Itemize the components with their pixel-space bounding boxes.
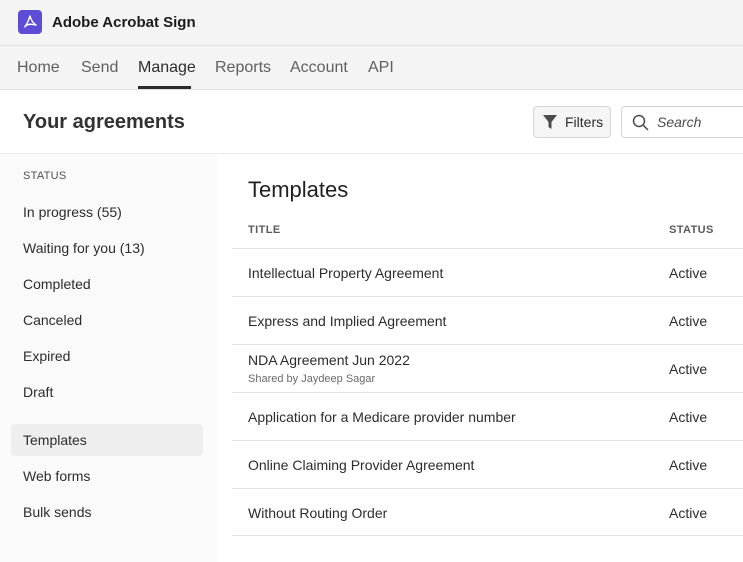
nav-home[interactable]: Home bbox=[17, 59, 60, 77]
table-row[interactable]: NDA Agreement Jun 2022 Shared by Jaydeep… bbox=[232, 344, 743, 392]
table-row[interactable]: Express and Implied Agreement Active bbox=[232, 296, 743, 344]
nav-send[interactable]: Send bbox=[81, 59, 118, 77]
sidebar-item-templates[interactable]: Templates bbox=[11, 424, 203, 456]
row-status: Active bbox=[669, 505, 708, 521]
nav-reports[interactable]: Reports bbox=[215, 59, 271, 77]
nav-api[interactable]: API bbox=[368, 59, 394, 77]
filters-button[interactable]: Filters bbox=[533, 106, 611, 138]
acrobat-sign-logo-icon[interactable] bbox=[18, 10, 42, 34]
filters-label: Filters bbox=[565, 114, 604, 130]
row-subtitle: Shared by Jaydeep Sagar bbox=[248, 373, 376, 385]
row-title: Express and Implied Agreement bbox=[248, 313, 447, 329]
row-title: Intellectual Property Agreement bbox=[248, 265, 444, 281]
sidebar-item-completed[interactable]: Completed bbox=[11, 268, 203, 300]
sidebar-item-draft[interactable]: Draft bbox=[11, 376, 203, 408]
row-status: Active bbox=[669, 361, 708, 377]
search-field[interactable] bbox=[621, 106, 743, 138]
templates-panel: Templates TITLE STATUS Intellectual Prop… bbox=[217, 155, 743, 562]
templates-table: Intellectual Property Agreement Active E… bbox=[232, 248, 743, 536]
sidebar-item-canceled[interactable]: Canceled bbox=[11, 304, 203, 336]
section-title: Templates bbox=[248, 177, 349, 202]
row-status: Active bbox=[669, 265, 708, 281]
table-row[interactable]: Intellectual Property Agreement Active bbox=[232, 248, 743, 296]
table-row[interactable]: Online Claiming Provider Agreement Activ… bbox=[232, 440, 743, 488]
active-tab-indicator bbox=[138, 86, 191, 89]
sidebar-item-waiting-for-you[interactable]: Waiting for you (13) bbox=[11, 232, 203, 264]
search-icon bbox=[632, 114, 649, 131]
sidebar-item-in-progress[interactable]: In progress (55) bbox=[11, 196, 203, 228]
search-input[interactable] bbox=[657, 114, 743, 130]
main-nav: Home Send Manage Reports Account API bbox=[0, 46, 743, 90]
sidebar-item-web-forms[interactable]: Web forms bbox=[11, 460, 203, 492]
sidebar-heading: STATUS bbox=[23, 170, 67, 182]
sidebar-item-expired[interactable]: Expired bbox=[11, 340, 203, 372]
filter-icon bbox=[543, 115, 557, 129]
table-row[interactable]: Without Routing Order Active bbox=[232, 488, 743, 536]
page-header: Your agreements Filters bbox=[0, 90, 743, 154]
column-header-title[interactable]: TITLE bbox=[248, 224, 281, 236]
table-row[interactable]: Application for a Medicare provider numb… bbox=[232, 392, 743, 440]
app-name: Adobe Acrobat Sign bbox=[52, 14, 196, 31]
row-title: Without Routing Order bbox=[248, 505, 388, 521]
page-title: Your agreements bbox=[23, 111, 185, 133]
nav-manage[interactable]: Manage bbox=[138, 59, 196, 77]
row-status: Active bbox=[669, 457, 708, 473]
row-title: NDA Agreement Jun 2022 bbox=[248, 352, 410, 368]
app-header: Adobe Acrobat Sign bbox=[0, 0, 743, 46]
nav-account[interactable]: Account bbox=[290, 59, 348, 77]
row-title: Online Claiming Provider Agreement bbox=[248, 457, 475, 473]
row-title: Application for a Medicare provider numb… bbox=[248, 409, 516, 425]
column-header-status[interactable]: STATUS bbox=[669, 224, 714, 236]
status-sidebar: STATUS In progress (55) Waiting for you … bbox=[0, 155, 217, 562]
row-status: Active bbox=[669, 313, 708, 329]
sidebar-item-bulk-sends[interactable]: Bulk sends bbox=[11, 496, 203, 528]
row-status: Active bbox=[669, 409, 708, 425]
